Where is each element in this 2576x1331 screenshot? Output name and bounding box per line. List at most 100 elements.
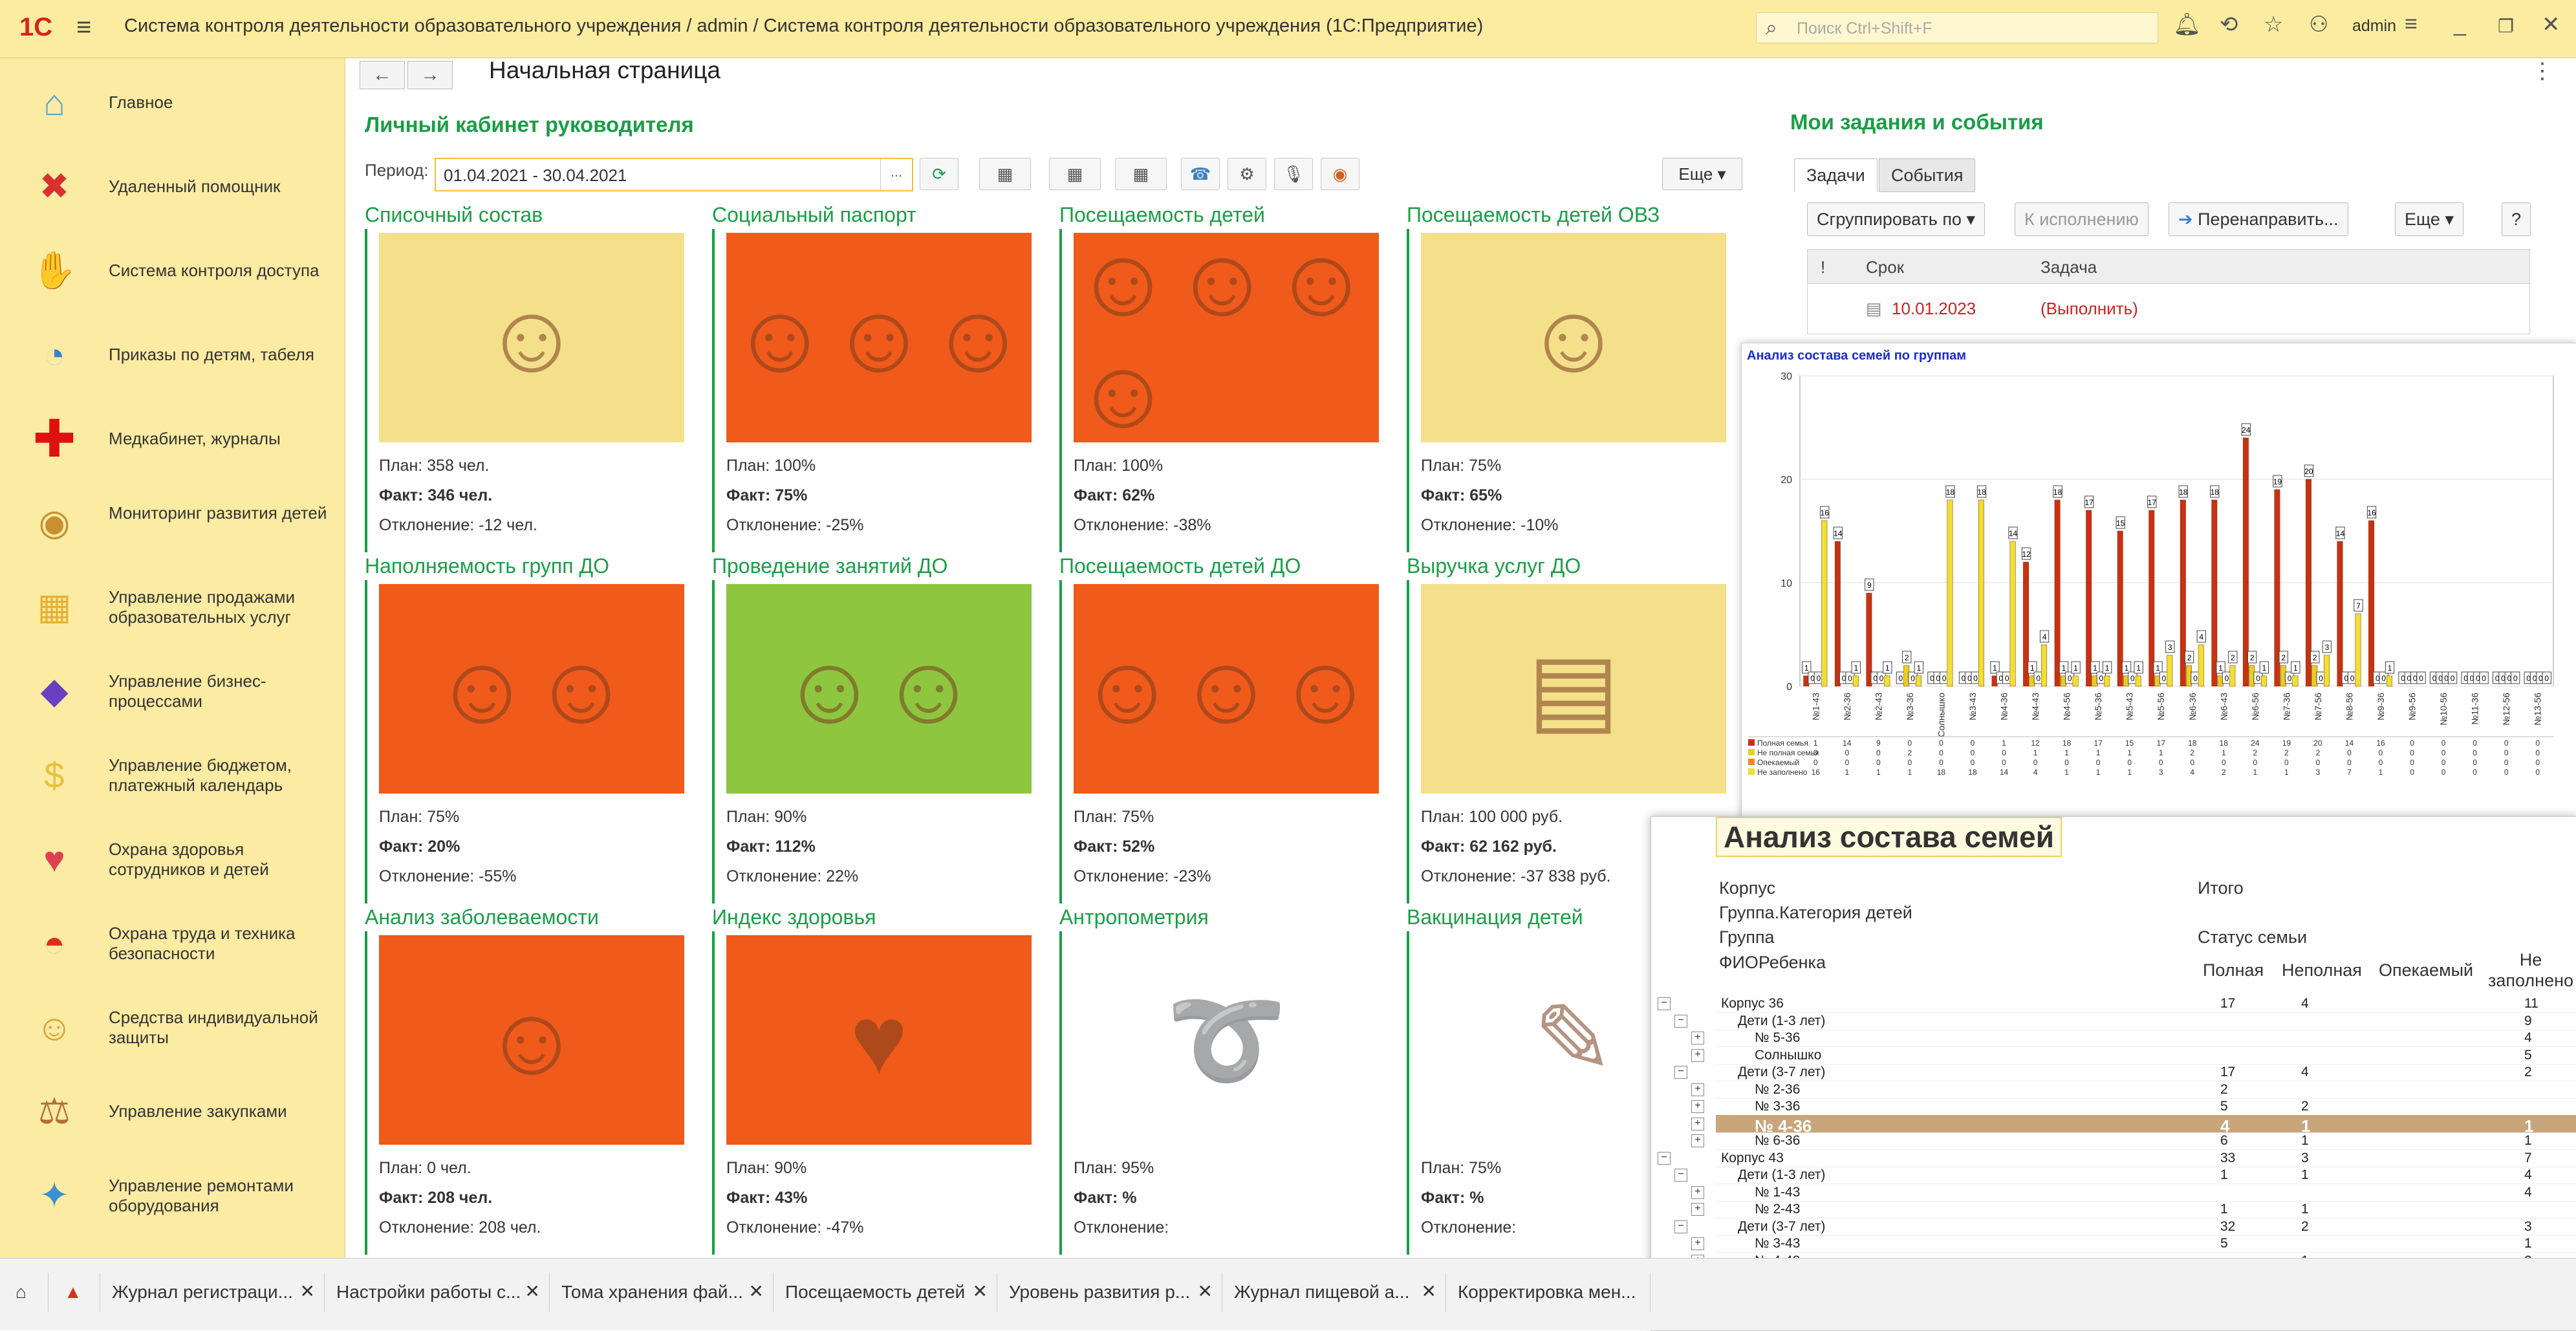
kpi-tile[interactable]: Посещаемость детей ☺☺☺☺ План: 100% Факт: 62… bbox=[1059, 203, 1389, 552]
schoolkids-photo[interactable]: ☺☺ bbox=[379, 584, 684, 794]
kpi-title[interactable]: Анализ заболеваемости bbox=[365, 905, 599, 929]
tab-tasks[interactable]: Задачи bbox=[1794, 158, 1878, 192]
global-search-input[interactable]: ⌕ Поиск Ctrl+Shift+F bbox=[1756, 12, 2158, 43]
calendar-month-icon[interactable]: ▦ bbox=[1115, 158, 1167, 190]
expand-icon[interactable]: + bbox=[1691, 1237, 1704, 1250]
close-tab-icon[interactable]: ✕ bbox=[525, 1281, 540, 1302]
webcam-icon[interactable]: ◉ bbox=[1321, 158, 1359, 190]
sidebar-item-1[interactable]: ⌂ Главное bbox=[0, 62, 345, 143]
collapse-icon[interactable]: − bbox=[1658, 997, 1671, 1010]
table-row[interactable]: № 4-36 4 1 1 bbox=[1716, 1114, 2576, 1136]
kpi-title[interactable]: Социальный паспорт bbox=[712, 203, 916, 227]
sidebar-item-12[interactable]: ☺ Средства индивидуальной защиты bbox=[0, 987, 345, 1068]
expand-icon[interactable]: + bbox=[1691, 1048, 1704, 1062]
kpi-title[interactable]: Посещаемость детей bbox=[1059, 203, 1265, 227]
kpi-tile[interactable]: Анализ заболеваемости ☺ План: 0 чел. Факт: … bbox=[365, 905, 695, 1255]
table-row[interactable]: Дети (3-7 лет) 17 4 2 bbox=[1716, 1063, 2576, 1081]
sidebar-item-11[interactable]: ◓ Охрана труда и техника безопасности bbox=[0, 903, 345, 984]
kpi-tile[interactable]: Наполняемость групп ДО ☺☺ План: 75% Факт: 2… bbox=[365, 554, 695, 904]
money-counter-photo[interactable]: ▤ bbox=[1421, 584, 1726, 794]
sidebar-item-9[interactable]: $ Управление бюджетом, платежный календар… bbox=[0, 735, 345, 816]
kpi-title[interactable]: Выручка услуг ДО bbox=[1407, 554, 1581, 578]
table-row[interactable]: Солнышко 5 bbox=[1716, 1046, 2576, 1065]
table-row[interactable]: Дети (3-7 лет) 32 2 3 bbox=[1716, 1218, 2576, 1236]
window-tab[interactable]: Настройки работы с... ✕ bbox=[325, 1273, 550, 1312]
table-row[interactable]: № 3-43 5 1 bbox=[1716, 1235, 2576, 1253]
family-photo[interactable]: ☺☺☺ bbox=[726, 233, 1032, 442]
expand-icon[interactable]: + bbox=[1691, 1134, 1704, 1147]
sidebar-item-14[interactable]: ✦ Управление ремонтами оборудования bbox=[0, 1155, 345, 1236]
kpi-title[interactable]: Антропометрия bbox=[1059, 905, 1209, 929]
table-row[interactable]: Корпус 36 17 4 11 bbox=[1716, 995, 2576, 1013]
table-row[interactable]: № 6-36 6 1 1 bbox=[1716, 1132, 2576, 1150]
kpi-title[interactable]: Наполняемость групп ДО bbox=[365, 554, 609, 578]
sidebar-item-10[interactable]: ♥ Охрана здоровья сотрудников и детей bbox=[0, 819, 345, 900]
star-icon[interactable]: ☆ bbox=[2264, 12, 2283, 38]
expand-icon[interactable]: + bbox=[1691, 1117, 1704, 1131]
kpi-title[interactable]: Списочный состав bbox=[365, 203, 543, 227]
microphone-icon[interactable]: 🎙︎ bbox=[1274, 158, 1313, 190]
kpi-title[interactable]: Посещаемость детей ДО bbox=[1059, 554, 1301, 578]
close-tab-icon[interactable]: ✕ bbox=[749, 1281, 764, 1302]
gear-icon[interactable]: ⚙ bbox=[1228, 158, 1266, 190]
redirect-button[interactable]: ➔ Перенаправить... bbox=[2169, 202, 2348, 236]
more-button[interactable]: Еще ▾ bbox=[1662, 158, 1742, 190]
table-row[interactable]: № 3-36 5 2 bbox=[1716, 1098, 2576, 1116]
table-row[interactable]: № 2-36 2 bbox=[1716, 1081, 2576, 1099]
table-row[interactable]: № 1-43 4 bbox=[1716, 1184, 2576, 1202]
forward-button[interactable]: → bbox=[407, 61, 453, 89]
measuring-tape-photo[interactable]: ➰ bbox=[1074, 935, 1379, 1145]
girl-photo[interactable]: ☺ bbox=[379, 233, 684, 442]
close-icon[interactable]: ✕ bbox=[2542, 12, 2560, 38]
kpi-tile[interactable]: Социальный паспорт ☺☺☺ План: 100% Факт: 75%… bbox=[712, 203, 1042, 552]
table-row[interactable]: Дети (1-3 лет) 9 bbox=[1716, 1012, 2576, 1030]
close-tab-icon[interactable]: ✕ bbox=[973, 1281, 988, 1302]
collapse-icon[interactable]: − bbox=[1674, 1169, 1687, 1182]
window-tab[interactable]: Корректировка мен... bbox=[1446, 1273, 1651, 1312]
table-row[interactable]: № 5-36 4 bbox=[1716, 1029, 2576, 1047]
kpi-tile[interactable]: Посещаемость детей ДО ☺☺☺ План: 75% Факт: 5… bbox=[1059, 554, 1389, 904]
period-select-button[interactable]: ... bbox=[880, 159, 912, 190]
collapse-icon[interactable]: − bbox=[1658, 1151, 1671, 1165]
table-row[interactable]: Корпус 43 33 3 7 bbox=[1716, 1149, 2576, 1167]
execute-button[interactable]: К исполнению bbox=[2015, 202, 2148, 236]
sidebar-item-2[interactable]: ✖ Удаленный помощник bbox=[0, 146, 345, 227]
table-row[interactable]: Дети (1-3 лет) 1 1 4 bbox=[1716, 1166, 2576, 1184]
kpi-title[interactable]: Проведение занятий ДО bbox=[712, 554, 947, 578]
home-tab[interactable]: ⌂ bbox=[0, 1273, 49, 1312]
calendar-week-icon[interactable]: ▦ bbox=[1049, 158, 1101, 190]
close-tab-icon[interactable]: ✕ bbox=[1198, 1281, 1213, 1302]
sidebar-item-5[interactable]: ✚ Медкабинет, журналы bbox=[0, 398, 345, 479]
expand-icon[interactable]: + bbox=[1691, 1185, 1704, 1199]
period-input[interactable]: 01.04.2021 - 30.04.2021 ... bbox=[435, 158, 913, 191]
back-button[interactable]: ← bbox=[360, 61, 405, 89]
kpi-title[interactable]: Индекс здоровья bbox=[712, 905, 876, 929]
expand-icon[interactable]: + bbox=[1691, 1100, 1704, 1113]
close-tab-icon[interactable]: ✕ bbox=[300, 1281, 315, 1302]
users-icon[interactable]: ⚇ bbox=[2309, 12, 2328, 38]
kids-reading-photo[interactable]: ☺☺☺ bbox=[1074, 584, 1379, 794]
settings-menu-icon[interactable]: ≡ bbox=[2405, 12, 2418, 37]
group-by-button[interactable]: Сгруппировать по ▾ bbox=[1807, 202, 1986, 236]
calendar-day-icon[interactable]: ▦ bbox=[979, 158, 1031, 190]
help-button[interactable]: ? bbox=[2502, 202, 2531, 236]
sidebar-item-3[interactable]: ✋ Система контроля доступа bbox=[0, 230, 345, 311]
tab-events[interactable]: События bbox=[1879, 158, 1976, 192]
user-name[interactable]: admin bbox=[2352, 17, 2396, 36]
heart-ekg-photo[interactable]: ♥ bbox=[726, 935, 1032, 1145]
kids-jumping-photo[interactable]: ☺☺☺☺ bbox=[1074, 233, 1379, 442]
phone-icon[interactable]: ☎ bbox=[1181, 158, 1220, 190]
boy-dumbbell-photo[interactable]: ☺ bbox=[1421, 233, 1726, 442]
refresh-icon[interactable]: ⟳ bbox=[920, 158, 958, 190]
window-tab[interactable]: Журнал пищевой а... ✕ bbox=[1222, 1273, 1446, 1312]
kpi-tile[interactable]: Антропометрия ➰ План: 95% Факт: % Отклонение… bbox=[1059, 905, 1389, 1255]
kpi-tile[interactable]: Посещаемость детей ОВЗ ☺ План: 75% Факт: 65… bbox=[1407, 203, 1737, 552]
kpi-tile[interactable]: Списочный состав ☺ План: 358 чел. Факт: 346… bbox=[365, 203, 695, 552]
sidebar-item-7[interactable]: ▦ Управление продажами образовательных ус… bbox=[0, 567, 345, 647]
window-tab[interactable]: Посещаемость детей ✕ bbox=[774, 1273, 997, 1312]
table-row[interactable]: № 2-43 1 1 bbox=[1716, 1200, 2576, 1218]
expand-icon[interactable]: + bbox=[1691, 1083, 1704, 1096]
history-icon[interactable]: ⟲ bbox=[2220, 12, 2238, 38]
kpi-title[interactable]: Вакцинация детей bbox=[1407, 905, 1583, 929]
alert-tab[interactable]: ▲ bbox=[49, 1273, 100, 1312]
